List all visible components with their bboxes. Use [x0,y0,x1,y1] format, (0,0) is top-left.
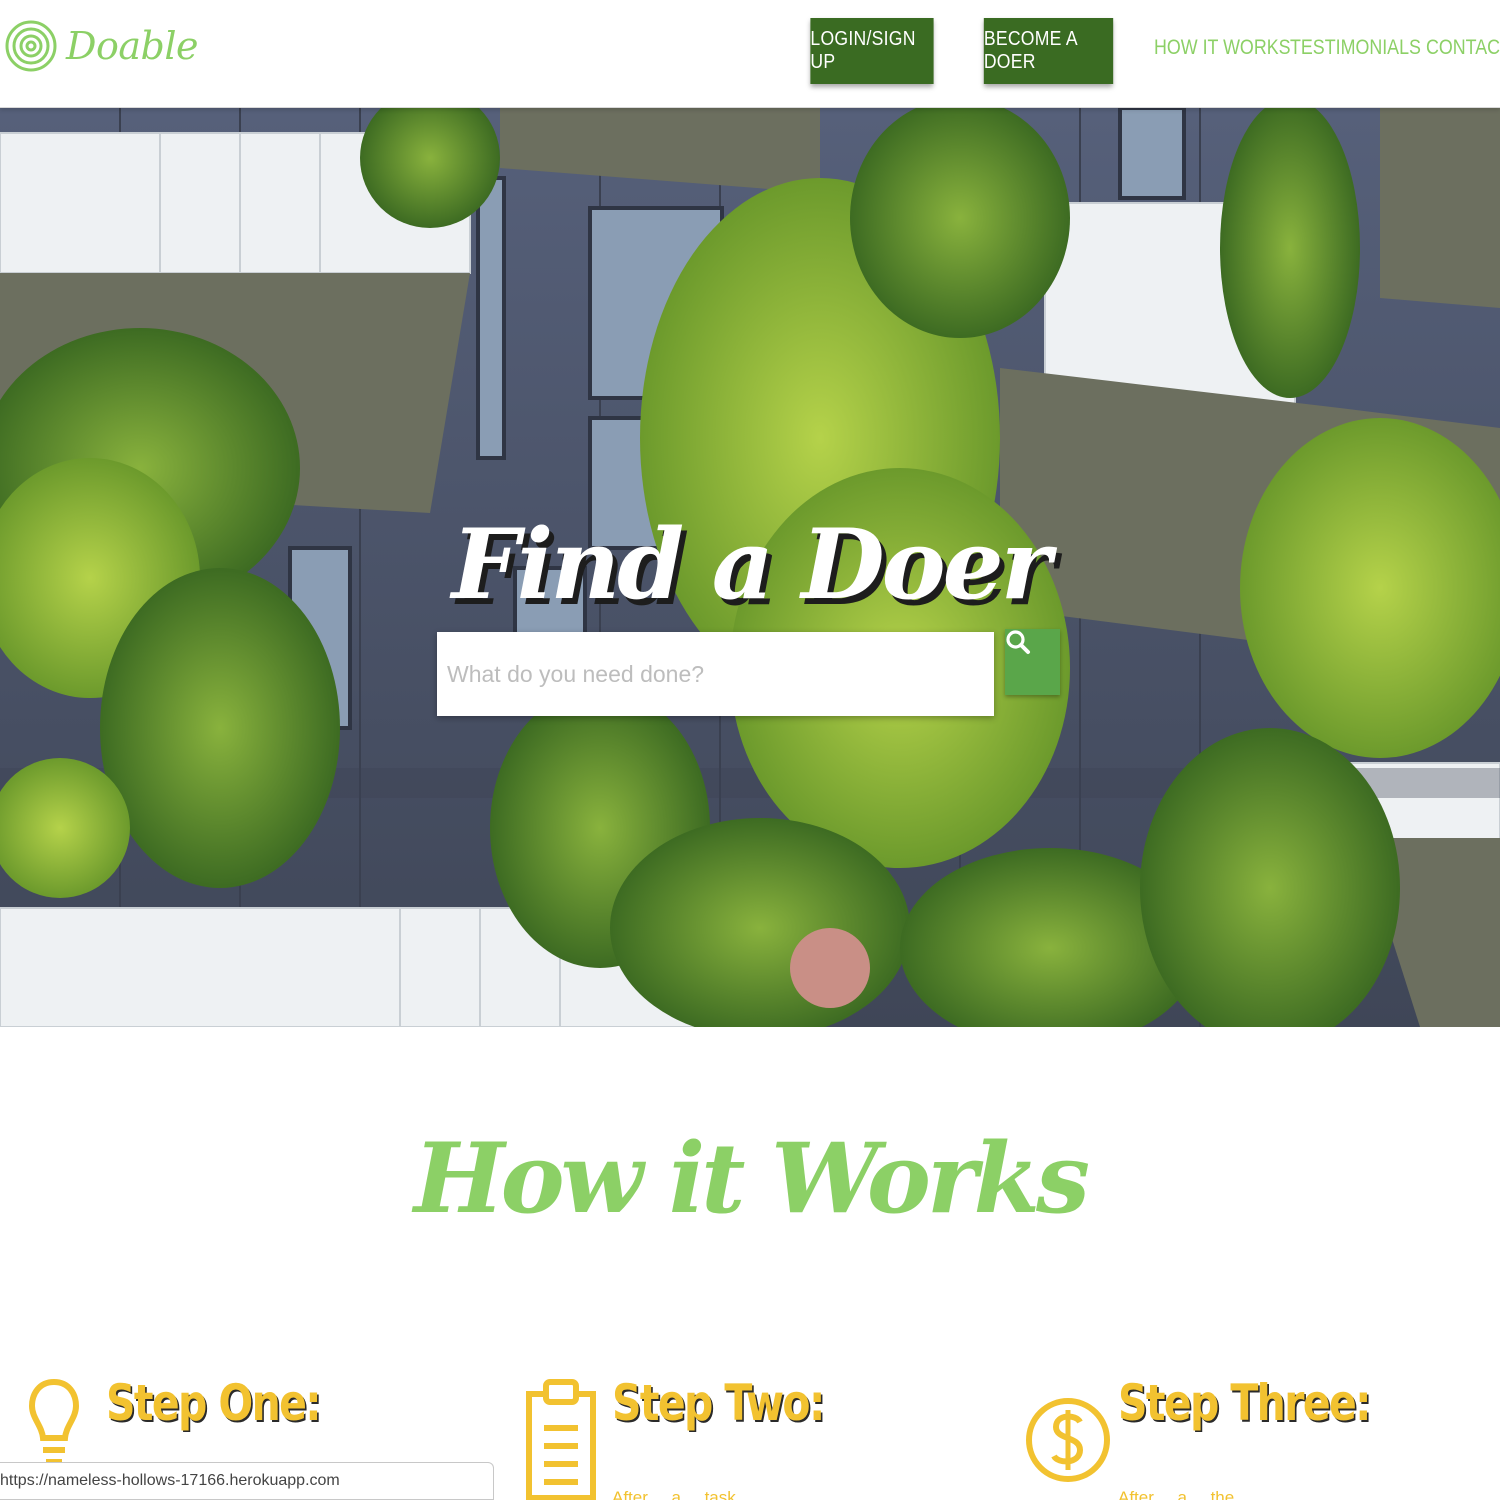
search-input[interactable] [437,632,994,716]
nav-link-testimonials[interactable]: TESTIMONIALS [1290,36,1421,60]
search-icon [1006,630,1030,654]
dollar-icon [1026,1398,1110,1482]
brand-logo-link[interactable]: Doable [4,5,198,87]
step-two-title: Step Two: [612,1374,825,1432]
how-it-works-title: How it Works [413,1122,1090,1235]
nav-link-how-it-works[interactable]: HOW IT WORKS [1154,36,1291,60]
become-a-doer-button[interactable]: BECOME A DOER [983,18,1114,84]
navbar: Doable LOGIN/SIGN UP BECOME A DOER HOW I… [0,0,1500,108]
status-bar-url: https://nameless-hollows-17166.herokuapp… [0,1462,494,1500]
lightbulb-icon [28,1378,80,1465]
login-signup-button[interactable]: LOGIN/SIGN UP [810,18,934,84]
hero-section: Find a Doer [0,108,1500,1027]
step-two-text: After ... a ... task ... [612,1488,755,1500]
brand-name: Doable [66,24,198,68]
step-one-title: Step One: [106,1374,322,1432]
nav-link-contact[interactable]: CONTACT [1426,36,1500,60]
clipboard-icon [526,1379,596,1500]
search-button[interactable] [1005,629,1060,695]
step-three-title: Step Three: [1118,1374,1372,1432]
step-three-text: After ... a ... the [1118,1488,1235,1500]
hero-title: Find a Doer [451,508,1052,621]
target-logo-icon [5,20,57,72]
